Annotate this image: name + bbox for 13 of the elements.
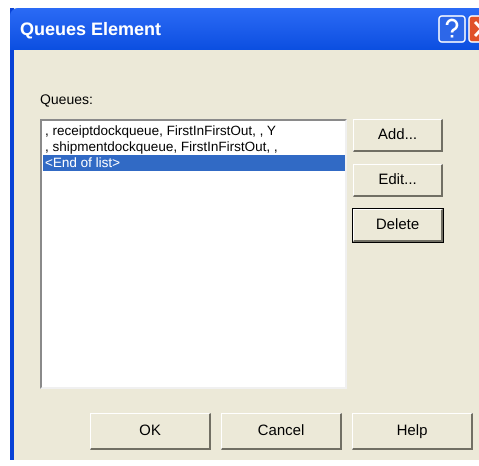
list-item[interactable]: , shipmentdockqueue, FirstInFirstOut, , (43, 139, 345, 155)
list-item[interactable]: , receiptdockqueue, FirstInFirstOut, , Y (43, 123, 345, 139)
queues-label: Queues: (40, 91, 93, 107)
dialog-button[interactable]: Cancel (221, 413, 342, 450)
dialog-button[interactable]: OK (90, 413, 211, 450)
dialog-button[interactable]: Delete (353, 209, 443, 242)
dialog-button[interactable]: Add... (353, 119, 443, 152)
list-item[interactable]: <End of list> (43, 155, 345, 171)
dialog-button[interactable]: Help (352, 413, 473, 450)
window-title: Queues Element (20, 18, 162, 40)
queues-list[interactable]: , receiptdockqueue, FirstInFirstOut, , Y , shipmentdockqueue, FirstInFirstOut, , <End of list> (40, 119, 347, 389)
help-icon[interactable] (438, 15, 466, 43)
dialog-button[interactable]: Edit... (353, 164, 443, 197)
